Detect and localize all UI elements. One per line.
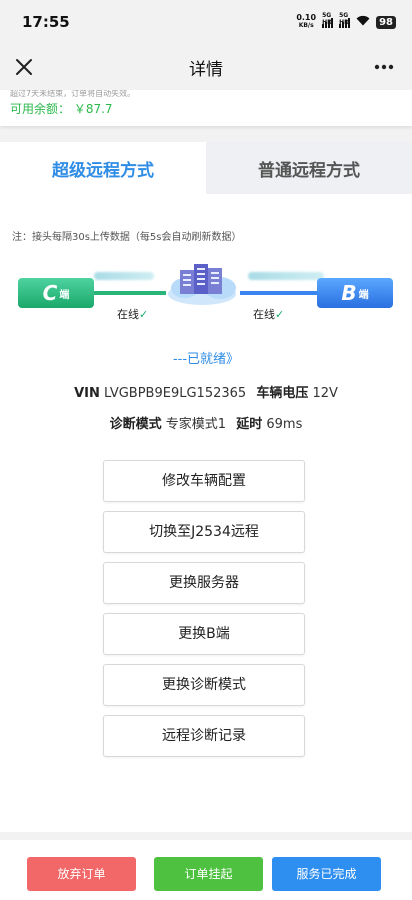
b-end-node: B 端 [317, 278, 393, 308]
c-node-suffix: 端 [59, 289, 70, 301]
blurred-label-right [248, 272, 324, 280]
service-complete-button[interactable]: 服务已完成 [272, 857, 381, 891]
b-end-status: 在线✓ [253, 306, 284, 322]
network-speed: 0.10 KB/s [296, 14, 316, 30]
b-end-status-text: 在线 [253, 308, 275, 321]
hold-order-button[interactable]: 订单挂起 [154, 857, 263, 891]
network-speed-unit: KB/s [298, 22, 314, 29]
nav-bar: 详情 [0, 44, 412, 90]
signal-1-label: 5G HD [322, 11, 333, 26]
mode-value: 专家模式1 [165, 417, 227, 432]
remote-diagnosis-history-button[interactable]: 远程诊断记录 [103, 715, 305, 757]
c-end-status-text: 在线 [117, 308, 139, 321]
battery-icon: 98 [376, 15, 396, 29]
latency-value: 69ms [266, 417, 303, 432]
connection-diagram: C 端 B 端 在线✓ 在线✓ [0, 254, 412, 334]
signal-2-icon: 5G HD [339, 12, 351, 28]
tab-normal-remote[interactable]: 普通远程方式 [206, 142, 412, 194]
wifi-icon [356, 15, 370, 30]
b-node-suffix: 端 [358, 289, 369, 301]
cloud-server-icon [168, 264, 236, 305]
mode-label: 诊断模式 [109, 417, 162, 432]
status-bar: 17:55 0.10 KB/s 5G HD 5G HD 98 [0, 0, 412, 44]
status-time: 17:55 [22, 13, 70, 31]
vin-value: LVGBPB9E9LG152365 [104, 386, 247, 401]
abandon-order-button[interactable]: 放弃订单 [27, 857, 136, 891]
page-title: 详情 [189, 59, 223, 80]
change-diagnosis-mode-button[interactable]: 更换诊断模式 [103, 664, 305, 706]
close-icon[interactable] [10, 53, 38, 81]
b-node-letter: B [341, 281, 357, 305]
signal-1-icon: 5G HD [322, 12, 334, 28]
balance-line: 可用余额： ￥87.7 [10, 100, 402, 117]
signal-2-label: 5G HD [339, 11, 350, 26]
balance-value: ￥87.7 [73, 102, 113, 116]
latency-label: 延时 [236, 417, 263, 432]
c-end-status: 在线✓ [117, 306, 148, 322]
link-line-right [240, 291, 317, 295]
vehicle-info-line: VIN LVGBPB9E9LG152365 车辆电压 12V [0, 382, 412, 401]
ready-status: ---已就绪》 [172, 352, 240, 367]
main-content: 超级远程方式 普通远程方式 注：接头每隔30s上传数据（每5s会自动刷新数据） … [0, 142, 412, 832]
diagnosis-info-line: 诊断模式 专家模式1 延时 69ms [0, 413, 412, 432]
blurred-label-left [94, 272, 154, 280]
switch-j2534-button[interactable]: 切换至J2534远程 [103, 511, 305, 553]
change-b-end-button[interactable]: 更换B端 [103, 613, 305, 655]
upload-note: 注：接头每隔30s上传数据（每5s会自动刷新数据） [12, 232, 242, 243]
voltage-value: 12V [312, 386, 338, 401]
c-node-letter: C [42, 281, 58, 305]
c-end-node: C 端 [18, 278, 94, 308]
mode-tabs: 超级远程方式 普通远程方式 [0, 142, 412, 194]
voltage-label: 车辆电压 [256, 386, 309, 401]
notice-card: 超过7天未结束，订单将自动失效。 可用余额： ￥87.7 [0, 90, 412, 126]
status-indicators: 0.10 KB/s 5G HD 5G HD 98 [296, 12, 396, 30]
modify-vehicle-config-button[interactable]: 修改车辆配置 [103, 460, 305, 502]
balance-label: 可用余额： [10, 102, 71, 116]
check-icon: ✓ [139, 308, 149, 321]
more-icon[interactable] [374, 53, 394, 75]
notice-text: 超过7天未结束，订单将自动失效。 [10, 90, 136, 98]
vin-label: VIN [74, 386, 100, 401]
change-server-button[interactable]: 更换服务器 [103, 562, 305, 604]
check-icon: ✓ [275, 308, 285, 321]
bottom-action-bar: 放弃订单 订单挂起 服务已完成 [0, 840, 412, 900]
action-button-list: 修改车辆配置 切换至J2534远程 更换服务器 更换B端 更换诊断模式 远程诊断… [103, 460, 305, 766]
link-line-left [94, 291, 166, 295]
network-speed-value: 0.10 [296, 13, 317, 22]
tab-super-remote[interactable]: 超级远程方式 [0, 142, 206, 194]
